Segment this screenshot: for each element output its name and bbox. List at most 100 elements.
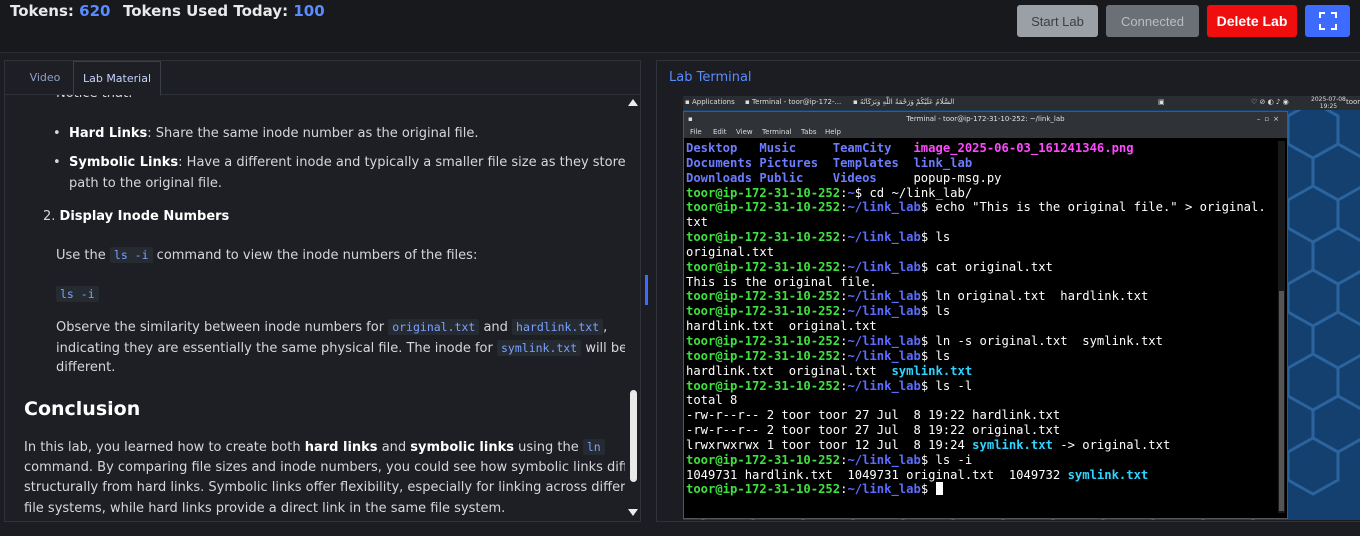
observe-line-1: Observe the similarity between inode num… xyxy=(56,317,607,338)
dir-entry: Templates xyxy=(832,155,914,170)
tokens-used-label: Tokens Used Today: xyxy=(123,2,289,20)
prompt-path: ~/link_lab xyxy=(847,452,921,467)
prompt-user: toor@ip-172-31-10-252 xyxy=(686,200,841,215)
clock-date: 2025-07-08 xyxy=(1311,96,1346,103)
terminal-cursor xyxy=(935,482,943,496)
menu-edit[interactable]: Edit xyxy=(713,128,727,136)
clock: 2025-07-08 19:25 xyxy=(1311,96,1346,110)
scroll-up-arrow-icon[interactable] xyxy=(628,99,638,106)
code-block-text: ls -i xyxy=(56,286,99,302)
fullscreen-button[interactable] xyxy=(1305,5,1350,37)
tab-lab-material[interactable]: Lab Material xyxy=(73,61,161,96)
terminal-line: toor@ip-172-31-10-252:~/link_lab$ ls xyxy=(686,230,1276,245)
prompt-user: toor@ip-172-31-10-252 xyxy=(686,378,841,393)
workspace-switcher[interactable]: ▣ xyxy=(1158,98,1165,106)
terminal-line: 1049731 hardlink.txt 1049731 original.tx… xyxy=(686,468,1276,483)
delete-lab-button[interactable]: Delete Lab xyxy=(1207,5,1297,37)
terminal-line: Documents Pictures Templates link_lab xyxy=(686,156,1276,171)
terminal-line: toor@ip-172-31-10-252:~/link_lab$ ln ori… xyxy=(686,289,1276,304)
prompt-symbol: $ xyxy=(920,333,936,348)
terminal-output[interactable]: Desktop Music TeamCity image_2025-06-03_… xyxy=(686,141,1276,513)
output-text: 1049731 hardlink.txt 1049731 original.tx… xyxy=(686,467,1068,482)
taskbar-window-2[interactable]: ▪ السَّلَامُ عَلَيْكُمْ وَرَحْمَةُ اللَّ… xyxy=(853,98,954,106)
tab-video[interactable]: Video xyxy=(17,61,73,94)
lab-material-content: Notice that: • Hard Links: Share the sam… xyxy=(5,95,625,520)
close-icon[interactable]: × xyxy=(1273,115,1283,123)
menu-view[interactable]: View xyxy=(736,128,753,136)
dir-entry: Downloads xyxy=(686,170,760,185)
inline-code-original: original.txt xyxy=(388,319,480,335)
connected-button[interactable]: Connected xyxy=(1106,5,1199,37)
terminal-line: hardlink.txt original.txt symlink.txt xyxy=(686,364,1276,379)
window-controls: –▫× xyxy=(1257,112,1283,126)
terminal-line: toor@ip-172-31-10-252:~$ cd ~/link_lab/ xyxy=(686,186,1276,201)
taskbar-terminal[interactable]: ▪ Terminal - toor@ip-172-... xyxy=(745,98,849,106)
prompt-path: ~/link_lab xyxy=(847,378,921,393)
panel-tabs: Video Lab Material xyxy=(5,61,640,96)
terminal-scrollbar-thumb[interactable] xyxy=(1279,291,1284,511)
output-text: -rw-r--r-- 2 toor toor 27 Jul 8 19:22 ha… xyxy=(686,408,1061,423)
command-text: ln -s original.txt symlink.txt xyxy=(935,333,1163,348)
maximize-icon[interactable]: ▫ xyxy=(1264,115,1273,123)
code-block: ls -i xyxy=(56,284,99,305)
observe-text-1: Observe the similarity between inode num… xyxy=(56,320,385,335)
tokens-used-value: 100 xyxy=(293,2,325,20)
output-text: -> original.txt xyxy=(1052,437,1171,452)
terminal-scrollbar[interactable] xyxy=(1278,141,1285,513)
prompt-user: toor@ip-172-31-10-252 xyxy=(686,289,841,304)
use-text-post: command to view the inode numbers of the… xyxy=(156,248,478,263)
dir-entry: Videos xyxy=(832,170,914,185)
terminal-menubar: File Edit View Terminal Tabs Help xyxy=(684,126,1287,138)
conclusion-text-a: In this lab, you learned how to create b… xyxy=(24,440,301,455)
dir-entry: TeamCity xyxy=(832,141,914,155)
prompt-symbol: $ xyxy=(920,259,936,274)
menu-help[interactable]: Help xyxy=(825,128,841,136)
symlink-entry: symlink.txt xyxy=(972,437,1053,452)
user-menu[interactable]: toor xyxy=(1346,98,1360,106)
output-text: hardlink.txt original.txt xyxy=(686,363,892,378)
prompt-path: ~/link_lab xyxy=(847,259,921,274)
prompt-path: ~/link_lab xyxy=(847,348,921,363)
prompt-user: toor@ip-172-31-10-252 xyxy=(686,482,841,497)
prompt-user: toor@ip-172-31-10-252 xyxy=(686,452,841,467)
symlink-entry: symlink.txt xyxy=(891,363,973,378)
prompt-path: ~/link_lab xyxy=(847,289,921,304)
content-scrollbar[interactable] xyxy=(627,95,639,520)
taskbar-window-2-label: السَّلَامُ عَلَيْكُمْ وَرَحْمَةُ اللَّهِ… xyxy=(859,98,955,106)
terminal-line: Desktop Music TeamCity image_2025-06-03_… xyxy=(686,141,1276,156)
file-entry: popup-msg.py xyxy=(913,170,1002,185)
conclusion-text-and: and xyxy=(381,440,407,455)
bullet-symbolic-links-text: : Have a different inode and typically a… xyxy=(178,155,625,170)
prompt-user: toor@ip-172-31-10-252 xyxy=(686,304,841,319)
scroll-down-arrow-icon[interactable] xyxy=(628,509,638,516)
bullet-hard-links-title: Hard Links xyxy=(69,126,148,141)
terminal-window[interactable]: ▪ Terminal - toor@ip-172-31-10-252: ~/li… xyxy=(683,111,1288,519)
terminal-line: original.txt xyxy=(686,245,1276,260)
panel-resize-handle[interactable] xyxy=(645,275,648,305)
command-text: ls xyxy=(935,304,951,319)
prompt-user: toor@ip-172-31-10-252 xyxy=(686,230,841,245)
prompt-symbol: $ xyxy=(920,348,936,363)
top-bar: Tokens: 620 Tokens Used Today: 100 Start… xyxy=(0,0,1360,53)
observe-text-3: will be xyxy=(585,341,625,356)
applications-menu[interactable]: ▪ Applications xyxy=(685,98,735,106)
terminal-line: total 8 xyxy=(686,393,1276,408)
menu-terminal[interactable]: Terminal xyxy=(762,128,792,136)
tokens-value: 620 xyxy=(79,2,111,20)
terminal-titlebar: ▪ Terminal - toor@ip-172-31-10-252: ~/li… xyxy=(684,112,1287,126)
menu-tabs[interactable]: Tabs xyxy=(801,128,817,136)
remote-desktop[interactable]: ▪ Applications ▪ Terminal - toor@ip-172-… xyxy=(683,96,1360,520)
dir-entry: Desktop xyxy=(686,141,760,155)
observe-line-2: indicating they are essentially the same… xyxy=(56,338,625,359)
command-text: echo "This is the original file." > orig… xyxy=(935,200,1266,215)
prompt-user: toor@ip-172-31-10-252 xyxy=(686,348,841,363)
conclusion-symbolic-links: symbolic links xyxy=(410,440,514,455)
bullet-symbolic-links-text-2: path to the original file. xyxy=(69,176,222,191)
scrollbar-thumb[interactable] xyxy=(630,390,637,482)
terminal-line: -rw-r--r-- 2 toor toor 27 Jul 8 19:22 or… xyxy=(686,423,1276,438)
menu-file[interactable]: File xyxy=(690,128,702,136)
start-lab-button[interactable]: Start Lab xyxy=(1017,5,1098,37)
output-text: original.txt xyxy=(686,244,775,259)
command-text: ls -l xyxy=(935,378,973,393)
dir-entry: Documents xyxy=(686,155,760,170)
